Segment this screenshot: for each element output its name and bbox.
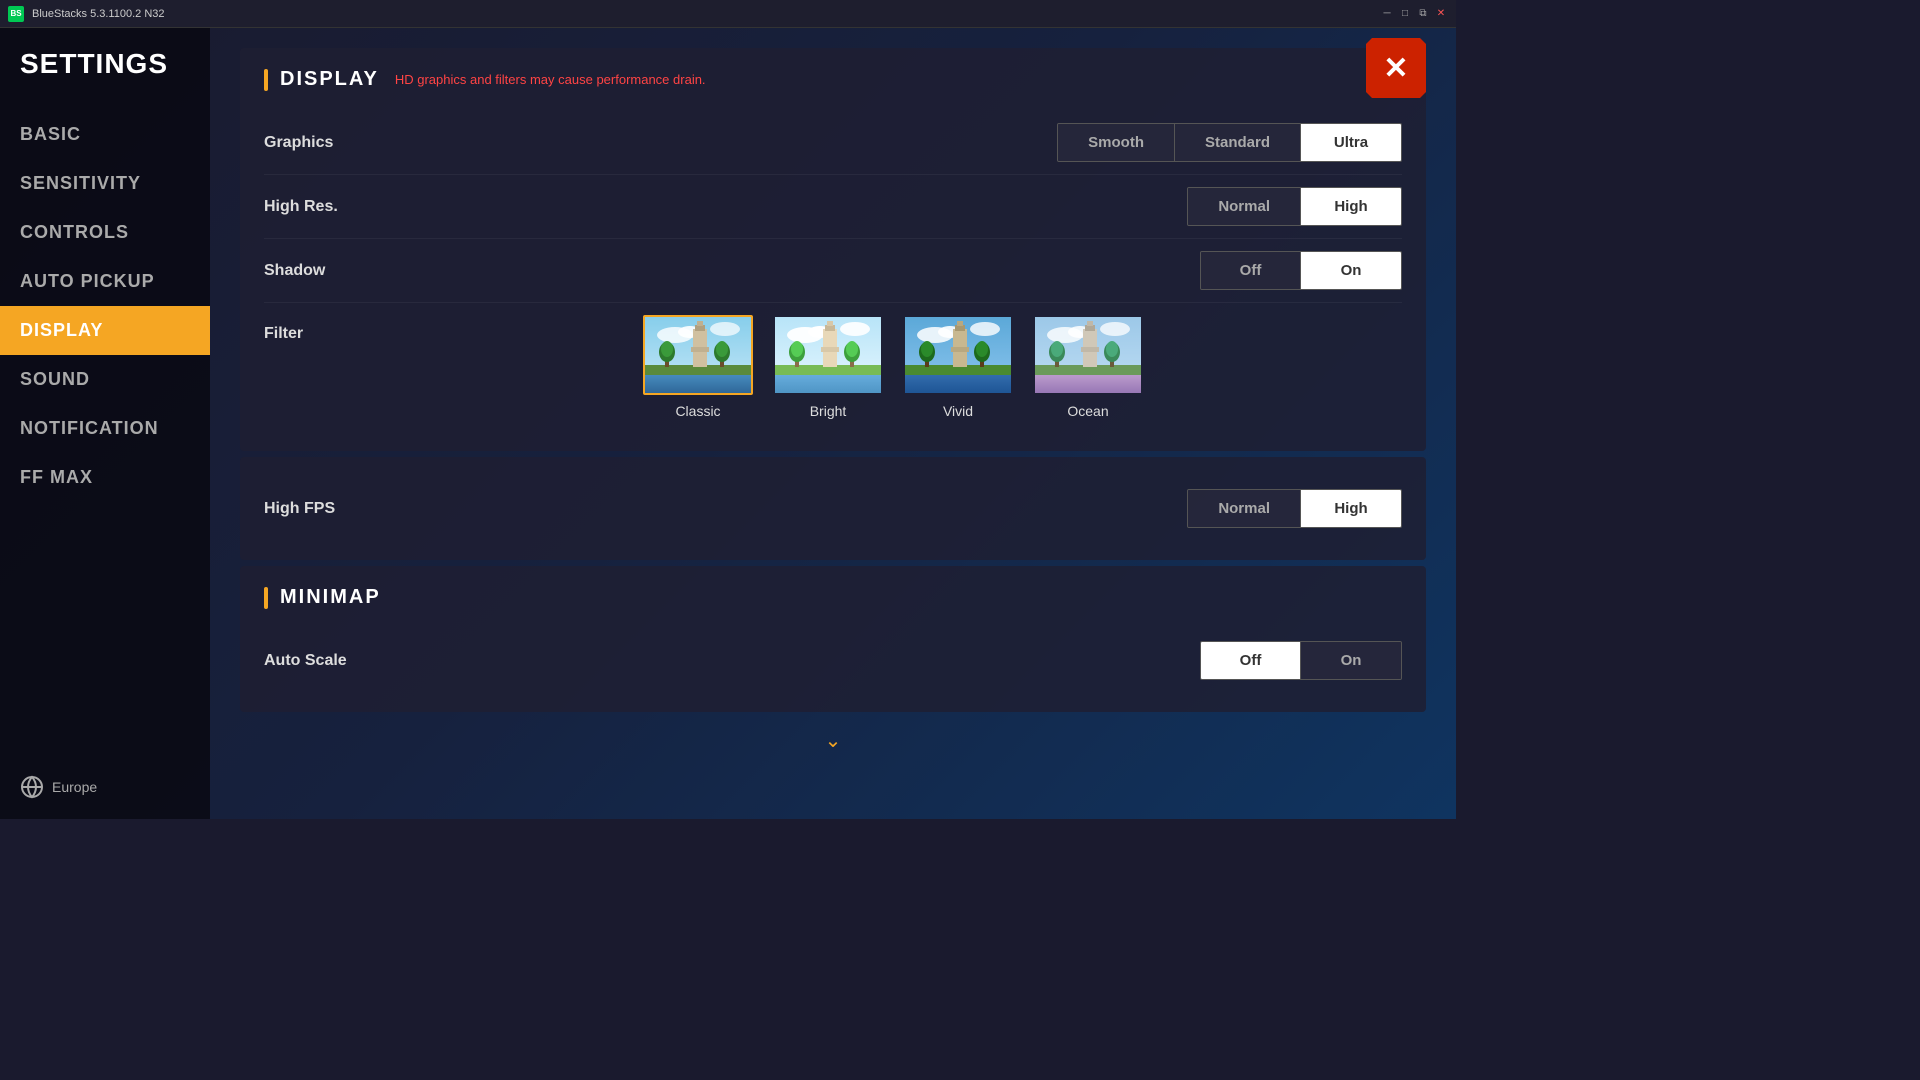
high-res-button-group: Normal High bbox=[1187, 187, 1402, 226]
high-fps-high-button[interactable]: High bbox=[1301, 490, 1401, 527]
high-res-label: High Res. bbox=[264, 198, 338, 216]
filter-options: Classic bbox=[384, 315, 1402, 419]
app-logo: BS bbox=[8, 6, 24, 22]
window-controls: ─ □ ⧉ ✕ bbox=[1380, 7, 1448, 21]
display-section: DISPLAY HD graphics and filters may caus… bbox=[240, 48, 1426, 451]
sidebar-item-basic[interactable]: BASIC bbox=[0, 110, 210, 159]
high-fps-button-group: Normal High bbox=[1187, 489, 1402, 528]
app-container: SETTINGS BASIC SENSITIVITY CONTROLS AUTO… bbox=[0, 28, 1456, 819]
globe-icon bbox=[20, 775, 44, 799]
sidebar-item-auto-pickup[interactable]: AUTO PICKUP bbox=[0, 257, 210, 306]
auto-scale-off-button[interactable]: Off bbox=[1201, 642, 1301, 679]
auto-scale-button-group: Off On bbox=[1200, 641, 1402, 680]
shadow-on-button[interactable]: On bbox=[1301, 252, 1401, 289]
settings-title: SETTINGS bbox=[0, 48, 210, 110]
sidebar: SETTINGS BASIC SENSITIVITY CONTROLS AUTO… bbox=[0, 28, 210, 819]
auto-scale-on-button[interactable]: On bbox=[1301, 642, 1401, 679]
main-content: ✕ DISPLAY HD graphics and filters may ca… bbox=[210, 28, 1456, 819]
shadow-off-button[interactable]: Off bbox=[1201, 252, 1301, 289]
sidebar-item-sensitivity[interactable]: SENSITIVITY bbox=[0, 159, 210, 208]
auto-scale-label: Auto Scale bbox=[264, 652, 347, 670]
minimap-section-header: MINIMAP bbox=[264, 586, 1402, 609]
minimap-section: MINIMAP Auto Scale Off On bbox=[240, 566, 1426, 712]
title-bar: BS BlueStacks 5.3.1100.2 N32 ─ □ ⧉ ✕ bbox=[0, 0, 1456, 28]
filter-row: Filter bbox=[264, 303, 1402, 431]
sidebar-item-sound[interactable]: SOUND bbox=[0, 355, 210, 404]
sidebar-item-controls[interactable]: CONTROLS bbox=[0, 208, 210, 257]
region-selector[interactable]: Europe bbox=[0, 755, 210, 819]
sidebar-item-display[interactable]: DISPLAY bbox=[0, 306, 210, 355]
display-subtitle: HD graphics and filters may cause perfor… bbox=[395, 72, 706, 87]
scroll-indicator: ⌄ bbox=[240, 718, 1426, 763]
filter-bright-item[interactable]: Bright bbox=[773, 315, 883, 419]
filter-bright-name: Bright bbox=[810, 403, 847, 419]
minimap-section-title: MINIMAP bbox=[280, 586, 381, 609]
filter-bright-image bbox=[773, 315, 883, 395]
high-fps-normal-button[interactable]: Normal bbox=[1188, 490, 1301, 527]
graphics-smooth-button[interactable]: Smooth bbox=[1058, 124, 1175, 161]
filter-classic-image bbox=[643, 315, 753, 395]
high-res-high-button[interactable]: High bbox=[1301, 188, 1401, 225]
high-fps-label: High FPS bbox=[264, 500, 335, 518]
filter-ocean-image bbox=[1033, 315, 1143, 395]
high-res-normal-button[interactable]: Normal bbox=[1188, 188, 1301, 225]
display-section-title: DISPLAY bbox=[280, 68, 379, 91]
filter-classic-name: Classic bbox=[675, 403, 720, 419]
high-fps-row: High FPS Normal High bbox=[264, 477, 1402, 540]
graphics-label: Graphics bbox=[264, 134, 333, 152]
app-title: BlueStacks 5.3.1100.2 N32 bbox=[32, 8, 1372, 20]
high-res-row: High Res. Normal High bbox=[264, 175, 1402, 239]
filter-vivid-image bbox=[903, 315, 1013, 395]
filter-ocean-name: Ocean bbox=[1067, 403, 1108, 419]
graphics-ultra-button[interactable]: Ultra bbox=[1301, 124, 1401, 161]
minimize-button[interactable]: ─ bbox=[1380, 7, 1394, 21]
display-section-header: DISPLAY HD graphics and filters may caus… bbox=[264, 68, 1402, 91]
sidebar-item-ff-max[interactable]: FF MAX bbox=[0, 453, 210, 502]
graphics-row: Graphics Smooth Standard Ultra bbox=[264, 111, 1402, 175]
region-label: Europe bbox=[52, 779, 97, 795]
graphics-standard-button[interactable]: Standard bbox=[1175, 124, 1301, 161]
maximize-button[interactable]: ⧉ bbox=[1416, 7, 1430, 21]
restore-button[interactable]: □ bbox=[1398, 7, 1412, 21]
high-fps-section: High FPS Normal High bbox=[240, 457, 1426, 560]
auto-scale-row: Auto Scale Off On bbox=[264, 629, 1402, 692]
filter-vivid-name: Vivid bbox=[943, 403, 973, 419]
section-indicator bbox=[264, 69, 268, 91]
filter-classic-item[interactable]: Classic bbox=[643, 315, 753, 419]
graphics-button-group: Smooth Standard Ultra bbox=[1057, 123, 1402, 162]
shadow-label: Shadow bbox=[264, 262, 325, 280]
filter-label: Filter bbox=[264, 315, 384, 343]
filter-ocean-item[interactable]: Ocean bbox=[1033, 315, 1143, 419]
shadow-button-group: Off On bbox=[1200, 251, 1402, 290]
sidebar-item-notification[interactable]: NOTIFICATION bbox=[0, 404, 210, 453]
window-close-button[interactable]: ✕ bbox=[1434, 7, 1448, 21]
shadow-row: Shadow Off On bbox=[264, 239, 1402, 303]
close-button[interactable]: ✕ bbox=[1366, 38, 1426, 98]
filter-vivid-item[interactable]: Vivid bbox=[903, 315, 1013, 419]
minimap-section-indicator bbox=[264, 587, 268, 609]
